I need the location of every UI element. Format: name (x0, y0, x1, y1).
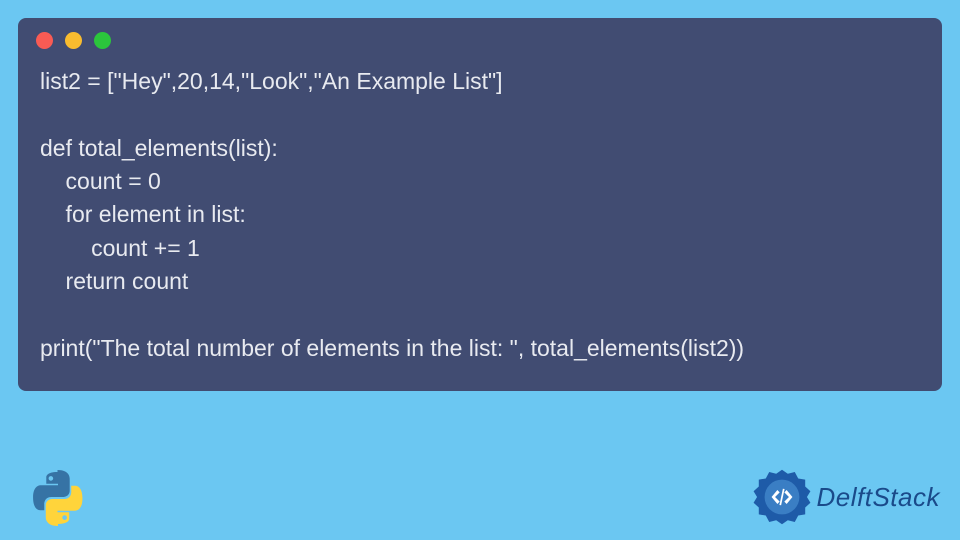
minimize-icon (65, 32, 82, 49)
code-line: print("The total number of elements in t… (40, 335, 744, 361)
code-line: list2 = ["Hey",20,14,"Look","An Example … (40, 68, 503, 94)
close-icon (36, 32, 53, 49)
code-line: def total_elements(list): (40, 135, 278, 161)
python-icon (30, 470, 86, 526)
code-body: list2 = ["Hey",20,14,"Look","An Example … (18, 57, 942, 371)
code-line: count += 1 (40, 235, 200, 261)
code-line: count = 0 (40, 168, 161, 194)
code-window: list2 = ["Hey",20,14,"Look","An Example … (18, 18, 942, 391)
brand-name: DelftStack (817, 482, 941, 513)
maximize-icon (94, 32, 111, 49)
window-header (18, 18, 942, 57)
code-line: return count (40, 268, 188, 294)
code-line: for element in list: (40, 201, 246, 227)
delftstack-badge-icon (753, 468, 811, 526)
delftstack-logo: DelftStack (753, 468, 941, 526)
